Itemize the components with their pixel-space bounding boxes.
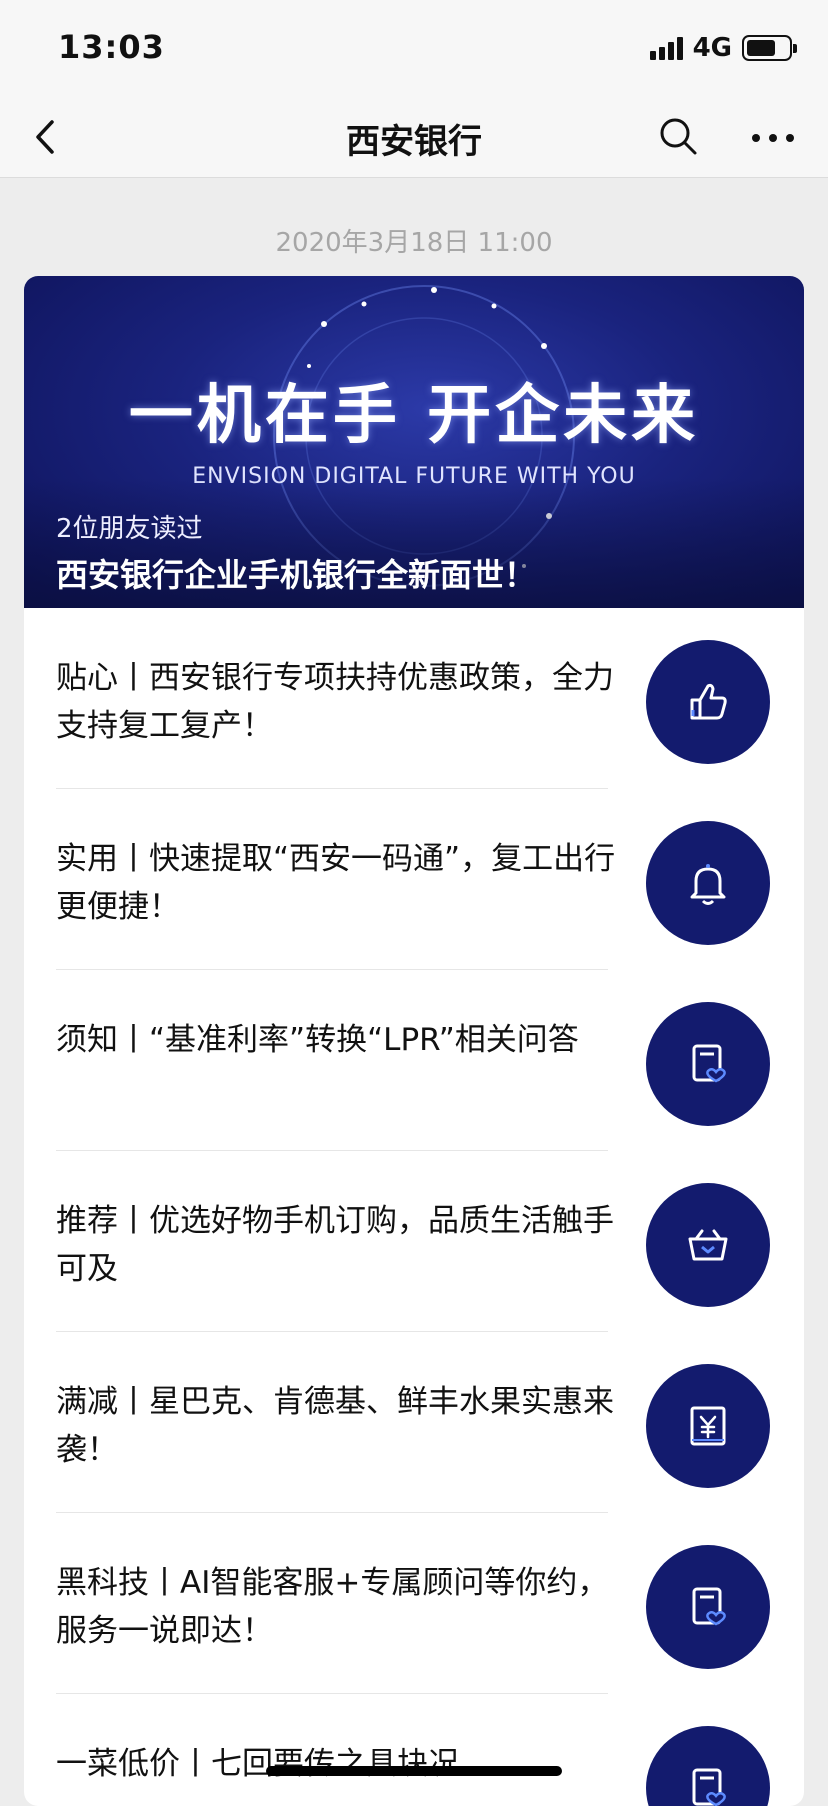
article-title: 一菜低价丨七回要传之具块况: [56, 1746, 459, 1782]
article-title: 实用丨快速提取“西安一码通”，复工出行更便捷！: [56, 841, 616, 925]
article-title: 须知丨“基准利率”转换“LPR”相关问答: [56, 1022, 579, 1058]
document-heart-icon: [646, 1545, 770, 1669]
document-heart-icon: [646, 1002, 770, 1126]
page-title: 西安银行: [346, 122, 482, 162]
hero-slogan: 一机在手 开企未来: [128, 378, 700, 453]
home-indicator[interactable]: [266, 1766, 562, 1776]
nav-bar: 西安银行: [0, 96, 828, 178]
signal-icon: [649, 36, 683, 60]
friends-read-label: 2位朋友读过: [56, 514, 203, 544]
article-title: 贴心丨西安银行专项扶持优惠政策，全力支持复工复产！: [56, 660, 614, 744]
list-item[interactable]: 实用丨快速提取“西安一码通”，复工出行更便捷！: [56, 789, 770, 970]
list-item[interactable]: 满减丨星巴克、肯德基、鲜丰水果实惠来袭！: [56, 1332, 770, 1513]
yuan-voucher-icon: [646, 1364, 770, 1488]
search-icon[interactable]: [656, 114, 700, 158]
article-list: 贴心丨西安银行专项扶持优惠政策，全力支持复工复产！ 实用丨快速提取“西安一码通”…: [24, 608, 804, 1806]
hero-banner[interactable]: 一机在手 开企未来 ENVISION DIGITAL FUTURE WITH Y…: [24, 276, 804, 608]
article-title: 推荐丨优选好物手机订购，品质生活触手可及: [56, 1203, 614, 1287]
list-item[interactable]: 须知丨“基准利率”转换“LPR”相关问答: [56, 970, 770, 1151]
list-item[interactable]: 黑科技丨AI智能客服+专属顾问等你约，服务一说即达！: [56, 1513, 770, 1694]
document-heart-icon: [646, 1726, 770, 1806]
list-item[interactable]: 推荐丨优选好物手机订购，品质生活触手可及: [56, 1151, 770, 1332]
status-bar: 13:03 4G: [0, 0, 828, 96]
article-card: 一机在手 开企未来 ENVISION DIGITAL FUTURE WITH Y…: [24, 276, 804, 1806]
article-title: 满减丨星巴克、肯德基、鲜丰水果实惠来袭！: [56, 1384, 614, 1468]
list-item[interactable]: 一菜低价丨七回要传之具块况: [56, 1694, 770, 1806]
status-time: 13:03: [58, 28, 165, 66]
thumbs-up-icon: [646, 640, 770, 764]
list-item[interactable]: 贴心丨西安银行专项扶持优惠政策，全力支持复工复产！: [56, 608, 770, 789]
article-title: 黑科技丨AI智能客服+专属顾问等你约，服务一说即达！: [56, 1565, 609, 1649]
battery-icon: [742, 35, 797, 61]
more-icon[interactable]: [748, 118, 798, 158]
hero-article-title: 西安银行企业手机银行全新面世！: [56, 556, 537, 594]
status-indicators: 4G: [649, 32, 797, 64]
message-timestamp: 2020年3月18日 11:00: [275, 228, 553, 258]
bell-icon: [646, 821, 770, 945]
network-label: 4G: [692, 33, 732, 63]
basket-icon: [646, 1183, 770, 1307]
